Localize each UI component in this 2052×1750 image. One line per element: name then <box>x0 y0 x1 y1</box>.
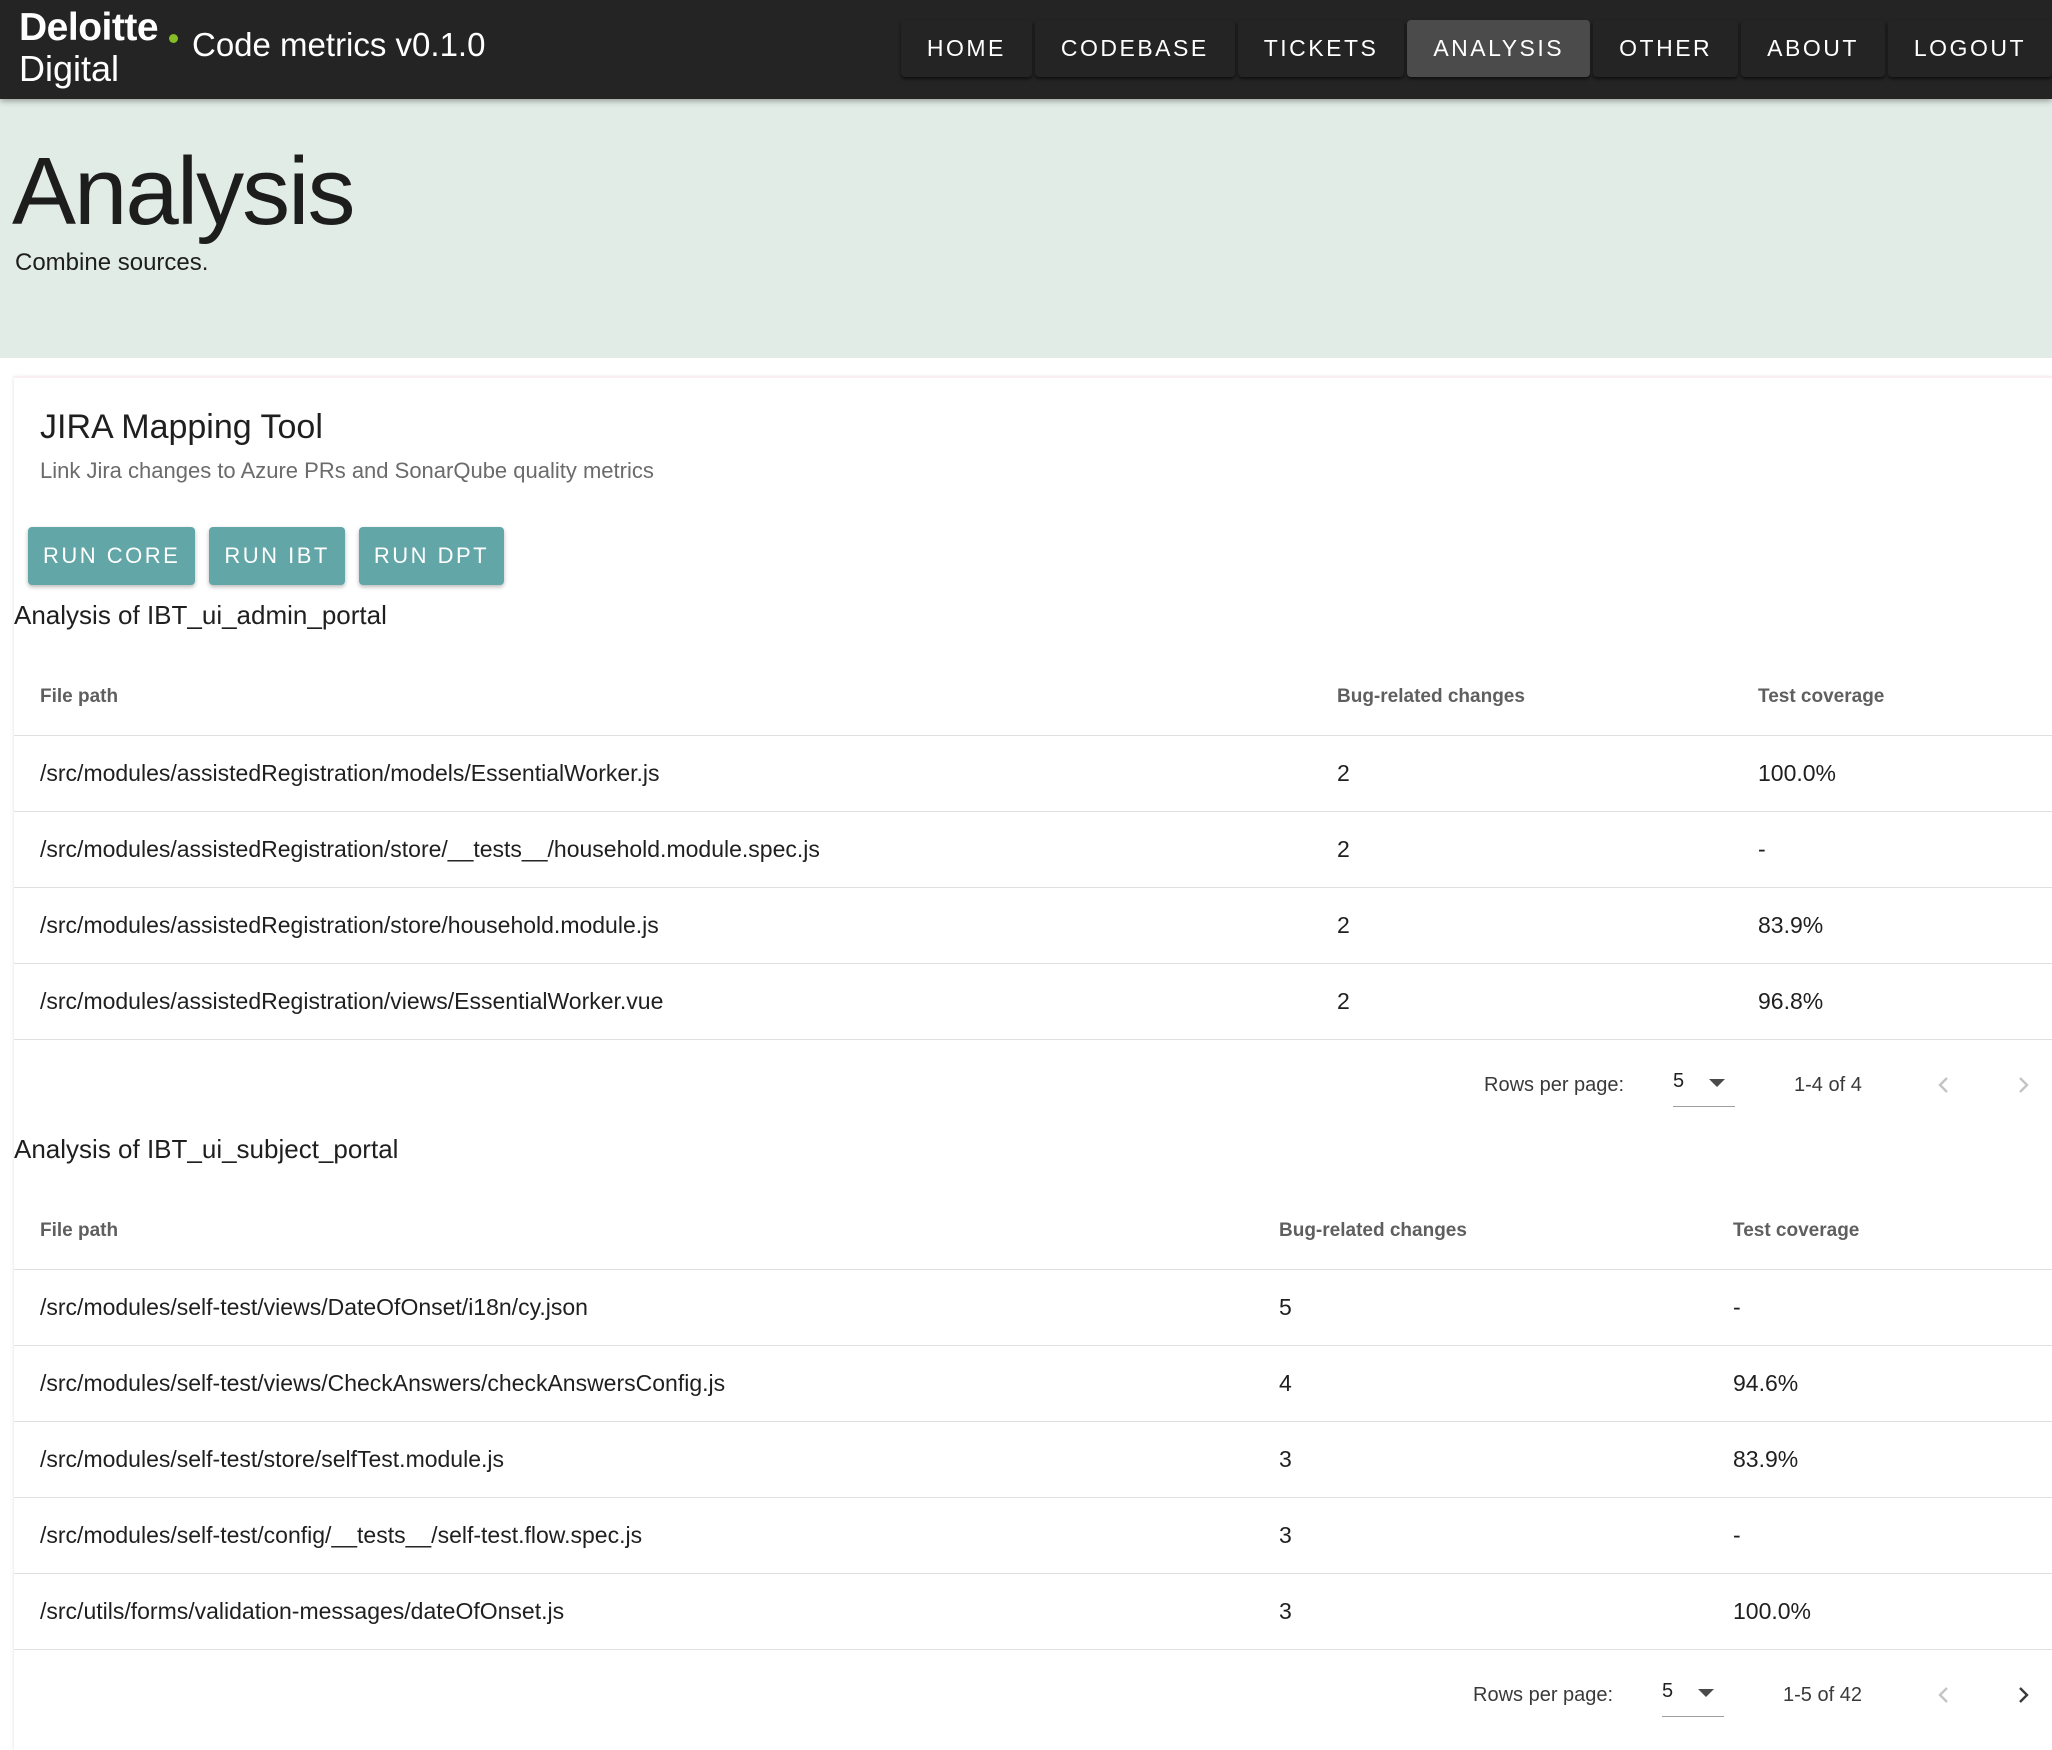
run-actions: RUN CORE RUN IBT RUN DPT <box>28 527 505 585</box>
cell-file-path: /src/modules/self-test/views/CheckAnswer… <box>40 1370 726 1396</box>
cell-test-coverage: 83.9% <box>1733 1446 1799 1472</box>
chevron-left-icon <box>1938 1077 1948 1093</box>
cell-bug-changes: 2 <box>1337 760 1350 786</box>
logo-wordmark-bottom: Digital <box>19 48 120 89</box>
analysis-table-subject-portal: File path Bug-related changes Test cover… <box>14 1193 2052 1650</box>
previous-page-button[interactable] <box>1924 1675 1964 1715</box>
table-row[interactable]: /src/modules/self-test/config/__tests__/… <box>14 1498 2052 1574</box>
caret-down-icon <box>1709 1079 1725 1087</box>
cell-bug-changes: 2 <box>1337 988 1350 1014</box>
logo-wordmark-top: Deloitte <box>19 6 159 49</box>
caret-down-icon <box>1698 1689 1714 1697</box>
cell-test-coverage: - <box>1733 1522 1741 1548</box>
cell-test-coverage: 94.6% <box>1733 1370 1799 1396</box>
rows-per-page-value: 5 <box>1673 1070 1685 1092</box>
main-nav: HOME CODEBASE TICKETS ANALYSIS OTHER ABO… <box>900 20 2052 77</box>
rows-per-page-select[interactable]: 5 <box>1662 1672 1724 1717</box>
page-hero: Analysis Combine sources. <box>0 99 2052 358</box>
cell-bug-changes: 2 <box>1337 912 1350 938</box>
nav-about[interactable]: ABOUT <box>1741 20 1885 77</box>
cell-file-path: /src/modules/self-test/store/selfTest.mo… <box>40 1446 504 1472</box>
next-page-button[interactable] <box>2003 1065 2043 1105</box>
nav-logout[interactable]: LOGOUT <box>1887 20 2052 77</box>
rows-per-page-label: Rows per page: <box>1473 1683 1614 1706</box>
cell-test-coverage: 96.8% <box>1758 988 1824 1014</box>
run-core-button[interactable]: RUN CORE <box>28 527 196 585</box>
analysis-table-admin-portal: File path Bug-related changes Test cover… <box>14 659 2052 1040</box>
deloitte-digital-logo[interactable]: Deloitte Digital <box>19 6 189 90</box>
table-pagination: Rows per page: 5 1-4 of 4 <box>14 1040 2052 1130</box>
cell-file-path: /src/modules/assistedRegistration/models… <box>40 760 660 786</box>
cell-bug-changes: 3 <box>1279 1598 1292 1624</box>
cell-file-path: /src/modules/self-test/config/__tests__/… <box>40 1522 643 1548</box>
chevron-right-icon <box>2019 1077 2029 1093</box>
cell-test-coverage: 100.0% <box>1758 760 1837 786</box>
rows-per-page-select[interactable]: 5 <box>1673 1062 1735 1107</box>
section-title-subject-portal: Analysis of IBT_ui_subject_portal <box>14 1134 399 1164</box>
column-header-bug-related-changes[interactable]: Bug-related changes <box>1337 659 1525 735</box>
table-row[interactable]: /src/modules/self-test/views/DateOfOnset… <box>14 1270 2052 1346</box>
cell-bug-changes: 4 <box>1279 1370 1292 1396</box>
cell-test-coverage: 100.0% <box>1733 1598 1812 1624</box>
app-title: Code metrics v0.1.0 <box>192 26 486 63</box>
cell-bug-changes: 5 <box>1279 1294 1292 1320</box>
table-row[interactable]: /src/modules/assistedRegistration/store/… <box>14 812 2052 888</box>
cell-file-path: /src/modules/self-test/views/DateOfOnset… <box>40 1294 588 1320</box>
logo-green-dot <box>169 34 178 43</box>
page-subtitle: Combine sources. <box>15 249 209 276</box>
cell-bug-changes: 3 <box>1279 1522 1292 1548</box>
cell-test-coverage: - <box>1733 1294 1741 1320</box>
jira-mapping-card: JIRA Mapping Tool Link Jira changes to A… <box>14 376 2052 1750</box>
cell-file-path: /src/utils/forms/validation-messages/dat… <box>40 1598 565 1624</box>
cell-test-coverage: 83.9% <box>1758 912 1824 938</box>
cell-file-path: /src/modules/assistedRegistration/store/… <box>40 912 659 938</box>
column-header-test-coverage[interactable]: Test coverage <box>1733 1193 1859 1269</box>
cell-bug-changes: 3 <box>1279 1446 1292 1472</box>
nav-codebase[interactable]: CODEBASE <box>1034 20 1235 77</box>
chevron-left-icon <box>1938 1687 1948 1703</box>
table-row[interactable]: /src/modules/self-test/views/CheckAnswer… <box>14 1346 2052 1422</box>
column-header-bug-related-changes[interactable]: Bug-related changes <box>1279 1193 1467 1269</box>
page-title: Analysis <box>12 138 355 245</box>
table-row[interactable]: /src/utils/forms/validation-messages/dat… <box>14 1574 2052 1650</box>
next-page-button[interactable] <box>2003 1675 2043 1715</box>
cell-bug-changes: 2 <box>1337 836 1350 862</box>
column-header-file-path[interactable]: File path <box>40 659 118 735</box>
nav-home[interactable]: HOME <box>900 20 1032 77</box>
column-header-test-coverage[interactable]: Test coverage <box>1758 659 1884 735</box>
table-header: File path Bug-related changes Test cover… <box>14 659 2052 736</box>
nav-other[interactable]: OTHER <box>1593 20 1739 77</box>
run-ibt-button[interactable]: RUN IBT <box>209 527 345 585</box>
card-title: JIRA Mapping Tool <box>40 408 323 446</box>
cell-test-coverage: - <box>1758 836 1766 862</box>
run-dpt-button[interactable]: RUN DPT <box>358 527 505 585</box>
chevron-right-icon <box>2019 1687 2029 1703</box>
section-title-admin-portal: Analysis of IBT_ui_admin_portal <box>14 600 387 630</box>
card-subtitle: Link Jira changes to Azure PRs and Sonar… <box>40 458 654 483</box>
table-row[interactable]: /src/modules/assistedRegistration/store/… <box>14 888 2052 964</box>
previous-page-button[interactable] <box>1924 1065 1964 1105</box>
table-row[interactable]: /src/modules/self-test/store/selfTest.mo… <box>14 1422 2052 1498</box>
column-header-file-path[interactable]: File path <box>40 1193 118 1269</box>
rows-per-page-label: Rows per page: <box>1484 1073 1625 1096</box>
cell-file-path: /src/modules/assistedRegistration/views/… <box>40 988 664 1014</box>
rows-per-page-value: 5 <box>1662 1680 1674 1702</box>
nav-analysis[interactable]: ANALYSIS <box>1407 20 1591 77</box>
cell-file-path: /src/modules/assistedRegistration/store/… <box>40 836 820 862</box>
page-range: 1-5 of 42 <box>1783 1683 1862 1706</box>
nav-tickets[interactable]: TICKETS <box>1237 20 1405 77</box>
page-range: 1-4 of 4 <box>1794 1073 1862 1096</box>
app-bar: Deloitte Digital Code metrics v0.1.0 HOM… <box>0 0 2052 99</box>
table-header: File path Bug-related changes Test cover… <box>14 1193 2052 1270</box>
table-row[interactable]: /src/modules/assistedRegistration/models… <box>14 736 2052 812</box>
table-pagination: Rows per page: 5 1-5 of 42 <box>14 1650 2052 1740</box>
table-row[interactable]: /src/modules/assistedRegistration/views/… <box>14 964 2052 1040</box>
